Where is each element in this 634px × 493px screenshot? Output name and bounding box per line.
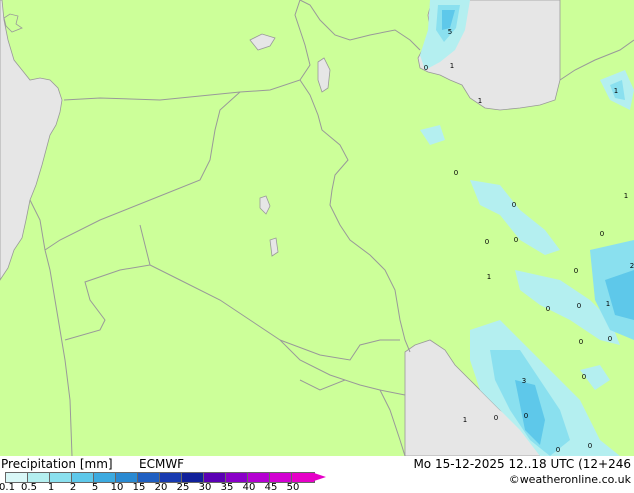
value-label: 0 bbox=[579, 338, 583, 346]
color-swatch bbox=[115, 472, 139, 483]
color-swatch bbox=[5, 472, 29, 483]
scale-tick-label: 45 bbox=[264, 482, 278, 493]
value-label: 1 bbox=[463, 416, 467, 424]
value-label: 1 bbox=[614, 87, 618, 95]
color-swatch bbox=[159, 472, 183, 483]
map-canvas: 5 0 1 1 1 0 0 0 0 0 1 0 0 0 1 0 0 2 3 0 … bbox=[0, 0, 634, 457]
precipitation-map: 5 0 1 1 1 0 0 0 0 0 1 0 0 0 1 0 0 2 3 0 … bbox=[0, 0, 634, 457]
value-label: 0 bbox=[512, 201, 516, 209]
model-name: ECMWF bbox=[139, 457, 185, 471]
color-swatch bbox=[71, 472, 95, 483]
product-title: Precipitation [mm] bbox=[1, 457, 113, 471]
color-swatch bbox=[225, 472, 249, 483]
valid-time: Mo 15-12-2025 12..18 UTC (12+246 bbox=[413, 457, 631, 471]
value-label: 0 bbox=[600, 230, 604, 238]
value-label: 0 bbox=[556, 446, 560, 454]
scale-tick-label: 5 bbox=[91, 482, 99, 493]
value-label: 3 bbox=[522, 377, 526, 385]
value-label: 1 bbox=[624, 192, 628, 200]
value-label: 0 bbox=[494, 414, 498, 422]
value-label: 0 bbox=[454, 169, 458, 177]
value-label: 0 bbox=[546, 305, 550, 313]
color-swatch bbox=[49, 472, 73, 483]
color-swatch bbox=[247, 472, 271, 483]
color-swatch bbox=[269, 472, 293, 483]
value-label: 1 bbox=[450, 62, 454, 70]
color-swatch bbox=[93, 472, 117, 483]
value-label: 0 bbox=[577, 302, 581, 310]
value-label: 0 bbox=[514, 236, 518, 244]
value-label: 0 bbox=[574, 267, 578, 275]
scale-tick-label: 35 bbox=[220, 482, 234, 493]
scale-tick-label: 40 bbox=[242, 482, 256, 493]
value-label: 2 bbox=[630, 262, 634, 270]
scale-arrow bbox=[314, 473, 326, 481]
scale-tick-label: 30 bbox=[198, 482, 212, 493]
scale-tick-label: 10 bbox=[110, 482, 124, 493]
value-label: 5 bbox=[448, 28, 452, 36]
scale-tick-label: 25 bbox=[176, 482, 190, 493]
value-label: 0 bbox=[524, 412, 528, 420]
scale-tick-label: 1 bbox=[47, 482, 55, 493]
value-label: 0 bbox=[608, 335, 612, 343]
value-label: 0 bbox=[424, 64, 428, 72]
color-swatch bbox=[291, 472, 315, 483]
color-swatch bbox=[203, 472, 227, 483]
scale-tick-label: 0.5 bbox=[21, 482, 37, 493]
scale-tick-label: 20 bbox=[154, 482, 168, 493]
legend-bar: Precipitation [mm] ECMWF Mo 15-12-2025 1… bbox=[0, 456, 634, 493]
copyright: ©weatheronline.co.uk bbox=[508, 473, 631, 486]
scale-tick-label: 50 bbox=[286, 482, 300, 493]
scale-tick-label: 0.1 bbox=[0, 482, 15, 493]
value-label: 0 bbox=[485, 238, 489, 246]
value-label: 1 bbox=[487, 273, 491, 281]
color-swatch bbox=[181, 472, 205, 483]
color-swatch bbox=[137, 472, 161, 483]
value-label: 0 bbox=[582, 373, 586, 381]
scale-tick-label: 15 bbox=[132, 482, 146, 493]
value-label: 1 bbox=[478, 97, 482, 105]
value-label: 1 bbox=[606, 300, 610, 308]
value-label: 0 bbox=[588, 442, 592, 450]
scale-tick-label: 2 bbox=[69, 482, 77, 493]
color-swatch bbox=[27, 472, 51, 483]
